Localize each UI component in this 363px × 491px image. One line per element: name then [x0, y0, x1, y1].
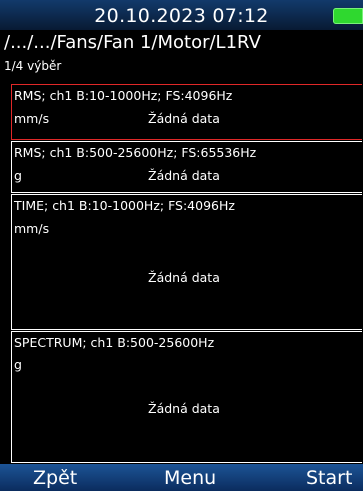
- status-bar: 20.10.2023 07:12: [0, 0, 363, 30]
- measurement-panel-spectrum[interactable]: SPECTRUM; ch1 B:500-25600Hz g Žádná data: [11, 331, 362, 463]
- back-button[interactable]: Zpět: [33, 467, 77, 489]
- panel-status: Žádná data: [148, 168, 220, 183]
- panel-status: Žádná data: [148, 401, 220, 416]
- start-button[interactable]: Start: [306, 467, 352, 489]
- measurement-panel-rms-low[interactable]: RMS; ch1 B:10-1000Hz; FS:4096Hz mm/s Žád…: [11, 84, 362, 140]
- measurement-panel-rms-high[interactable]: RMS; ch1 B:500-25600Hz; FS:65536Hz g Žád…: [11, 141, 362, 193]
- breadcrumb-path: /.../.../Fans/Fan 1/Motor/L1RV: [4, 32, 261, 53]
- measurement-panel-time[interactable]: TIME; ch1 B:10-1000Hz; FS:4096Hz mm/s Žá…: [11, 194, 362, 330]
- battery-icon: [333, 8, 363, 24]
- menu-button[interactable]: Menu: [164, 467, 216, 489]
- panel-unit: g: [14, 168, 22, 183]
- panel-unit: mm/s: [14, 111, 50, 126]
- panel-unit: mm/s: [14, 221, 50, 236]
- panel-status: Žádná data: [148, 111, 220, 126]
- selection-counter: 1/4 výběr: [4, 59, 62, 73]
- softkey-bar: Zpět Menu Start: [0, 464, 363, 491]
- panel-title: RMS; ch1 B:10-1000Hz; FS:4096Hz: [14, 88, 233, 103]
- panel-status: Žádná data: [148, 270, 220, 285]
- panel-title: RMS; ch1 B:500-25600Hz; FS:65536Hz: [14, 145, 257, 160]
- panel-unit: g: [14, 357, 22, 372]
- panel-title: SPECTRUM; ch1 B:500-25600Hz: [14, 335, 215, 350]
- datetime-display: 20.10.2023 07:12: [94, 5, 269, 27]
- panel-title: TIME; ch1 B:10-1000Hz; FS:4096Hz: [14, 198, 235, 213]
